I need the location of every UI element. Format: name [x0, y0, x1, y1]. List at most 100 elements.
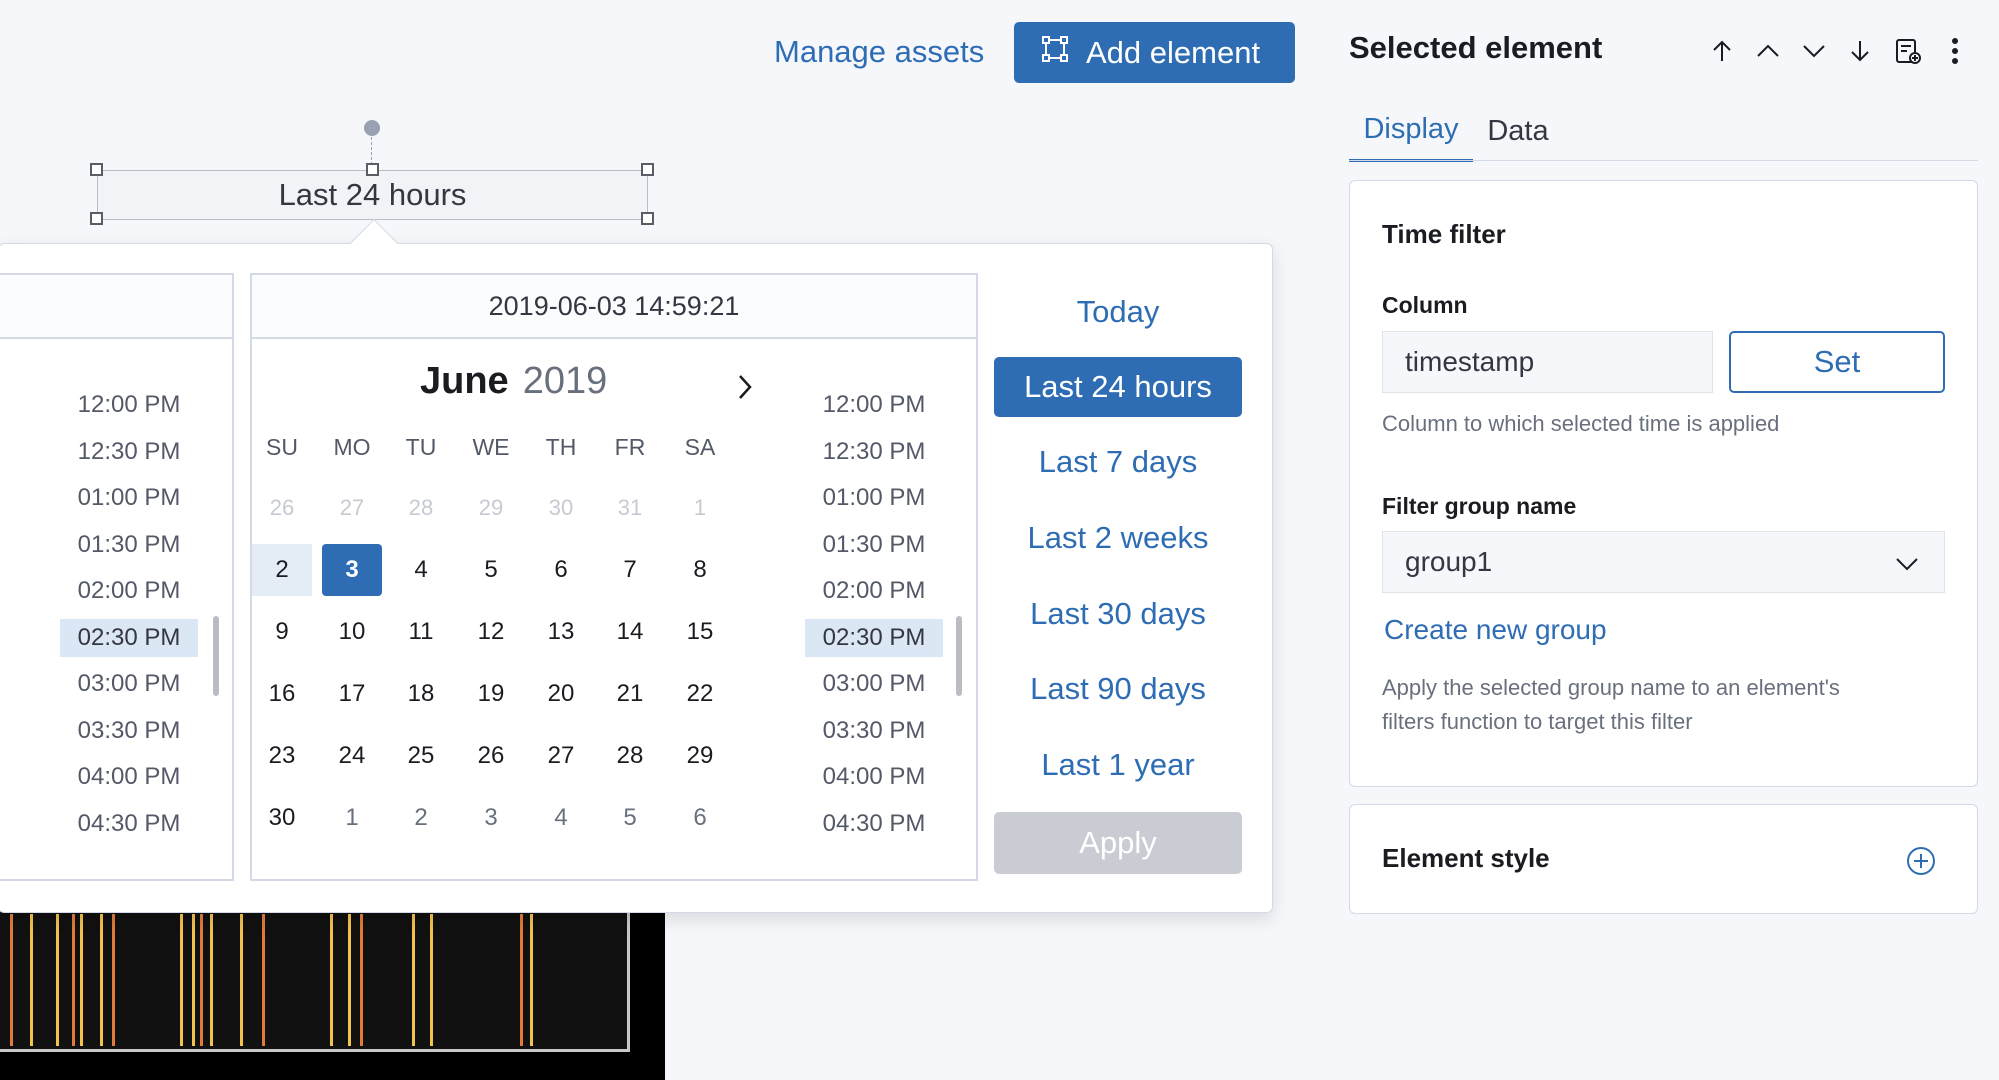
start-time-option[interactable]: 12:30 PM: [60, 433, 198, 471]
calendar-day[interactable]: 16: [252, 668, 312, 720]
quick-range-option[interactable]: Last 1 year: [994, 735, 1242, 795]
end-time-option[interactable]: 04:30 PM: [805, 805, 943, 843]
calendar-day[interactable]: 31: [600, 482, 660, 534]
calendar-day[interactable]: 24: [322, 730, 382, 782]
calendar-day[interactable]: 2: [252, 544, 312, 596]
calendar-day[interactable]: 10: [322, 606, 382, 658]
calendar-day[interactable]: 14: [600, 606, 660, 658]
calendar-day[interactable]: 2: [391, 792, 451, 844]
calendar-day[interactable]: 15: [670, 606, 730, 658]
calendar-day[interactable]: 4: [391, 544, 451, 596]
calendar-day[interactable]: 29: [461, 482, 521, 534]
end-time-option[interactable]: 01:30 PM: [805, 526, 943, 564]
start-time-option[interactable]: 04:00 PM: [60, 758, 198, 796]
resize-handle-bottom-right[interactable]: [641, 212, 654, 225]
quick-range-option[interactable]: Today: [994, 282, 1242, 342]
calendar-day[interactable]: 22: [670, 668, 730, 720]
element-style-toggle[interactable]: [1905, 845, 1937, 877]
start-time-option[interactable]: 04:30 PM: [60, 805, 198, 843]
start-time-option[interactable]: 01:30 PM: [60, 526, 198, 564]
calendar-day[interactable]: 29: [670, 730, 730, 782]
calendar-day[interactable]: 4: [531, 792, 591, 844]
calendar-day[interactable]: 26: [252, 482, 312, 534]
calendar-day[interactable]: 17: [322, 668, 382, 720]
quick-range-option[interactable]: Last 2 weeks: [994, 508, 1242, 568]
calendar-day[interactable]: 21: [600, 668, 660, 720]
calendar-day[interactable]: 8: [670, 544, 730, 596]
end-time-option[interactable]: 02:30 PM: [805, 618, 943, 657]
more-options-button[interactable]: [1940, 36, 1970, 66]
year-label[interactable]: 2019: [523, 360, 608, 403]
manage-assets-link[interactable]: Manage assets: [758, 22, 1000, 82]
calendar-day[interactable]: 28: [600, 730, 660, 782]
end-date-input[interactable]: 2019-06-03 14:59:21: [250, 273, 978, 339]
end-time-option[interactable]: 04:00 PM: [805, 758, 943, 796]
tab-data[interactable]: Data: [1473, 100, 1563, 162]
resize-handle-top-right[interactable]: [641, 163, 654, 176]
calendar-day[interactable]: 7: [600, 544, 660, 596]
calendar-day[interactable]: 27: [531, 730, 591, 782]
calendar-day[interactable]: 26: [461, 730, 521, 782]
quick-range-option[interactable]: Last 24 hours: [994, 357, 1242, 417]
filter-group-select[interactable]: group1: [1382, 531, 1945, 593]
calendar-day[interactable]: 3: [322, 544, 382, 596]
calendar-day[interactable]: 28: [391, 482, 451, 534]
calendar-day[interactable]: 23: [252, 730, 312, 782]
end-time-scrollbar[interactable]: [956, 616, 962, 696]
start-time-option[interactable]: 01:00 PM: [60, 479, 198, 517]
start-time-option[interactable]: 12:00 PM: [60, 386, 198, 424]
end-time-option[interactable]: 12:30 PM: [805, 433, 943, 471]
add-element-button[interactable]: Add element: [1014, 22, 1295, 83]
end-time-option[interactable]: 02:00 PM: [805, 572, 943, 610]
calendar-day[interactable]: 6: [670, 792, 730, 844]
quick-range-option[interactable]: Last 30 days: [994, 584, 1242, 644]
calendar-day[interactable]: 5: [461, 544, 521, 596]
end-time-option[interactable]: 03:30 PM: [805, 712, 943, 750]
calendar-day[interactable]: 30: [531, 482, 591, 534]
calendar-day[interactable]: 9: [252, 606, 312, 658]
start-time-option[interactable]: 02:00 PM: [60, 572, 198, 610]
time-filter-element[interactable]: Last 24 hours: [97, 170, 648, 220]
calendar-day[interactable]: 6: [531, 544, 591, 596]
calendar-day[interactable]: 19: [461, 668, 521, 720]
column-input[interactable]: timestamp: [1382, 331, 1713, 393]
set-column-button[interactable]: Set: [1729, 331, 1945, 393]
end-time-option[interactable]: 01:00 PM: [805, 479, 943, 517]
end-time-option[interactable]: 03:00 PM: [805, 665, 943, 703]
move-backward-button[interactable]: [1799, 36, 1829, 66]
calendar-day[interactable]: 25: [391, 730, 451, 782]
apply-button[interactable]: Apply: [994, 812, 1242, 874]
start-time-option[interactable]: 03:00 PM: [60, 665, 198, 703]
start-time-option[interactable]: 02:30 PM: [60, 618, 198, 657]
move-to-top-button[interactable]: [1707, 36, 1737, 66]
calendar-day[interactable]: 3: [461, 792, 521, 844]
quick-range-option[interactable]: Last 7 days: [994, 432, 1242, 492]
calendar-day[interactable]: 18: [391, 668, 451, 720]
chart-element[interactable]: [0, 900, 630, 1052]
calendar-day[interactable]: 30: [252, 792, 312, 844]
calendar-day[interactable]: 1: [322, 792, 382, 844]
end-time-option[interactable]: 12:00 PM: [805, 386, 943, 424]
calendar-day[interactable]: 5: [600, 792, 660, 844]
tab-display[interactable]: Display: [1349, 100, 1473, 162]
calendar-day[interactable]: 13: [531, 606, 591, 658]
move-to-bottom-button[interactable]: [1845, 36, 1875, 66]
create-new-group-link[interactable]: Create new group: [1384, 614, 1607, 646]
save-element-button[interactable]: [1893, 36, 1923, 66]
next-month-button[interactable]: [730, 370, 760, 404]
calendar-day[interactable]: 12: [461, 606, 521, 658]
calendar-day[interactable]: 20: [531, 668, 591, 720]
resize-handle-top-left[interactable]: [90, 163, 103, 176]
resize-handle-bottom-left[interactable]: [90, 212, 103, 225]
calendar-day[interactable]: 11: [391, 606, 451, 658]
start-time-scrollbar[interactable]: [213, 616, 219, 696]
quick-range-option[interactable]: Last 90 days: [994, 659, 1242, 719]
start-date-input[interactable]: [0, 273, 234, 339]
calendar-day[interactable]: 1: [670, 482, 730, 534]
resize-handle-top[interactable]: [366, 163, 379, 176]
calendar-day[interactable]: 27: [322, 482, 382, 534]
month-label[interactable]: June: [420, 360, 509, 403]
rotation-handle[interactable]: [364, 120, 380, 136]
start-time-option[interactable]: 03:30 PM: [60, 712, 198, 750]
move-forward-button[interactable]: [1753, 36, 1783, 66]
